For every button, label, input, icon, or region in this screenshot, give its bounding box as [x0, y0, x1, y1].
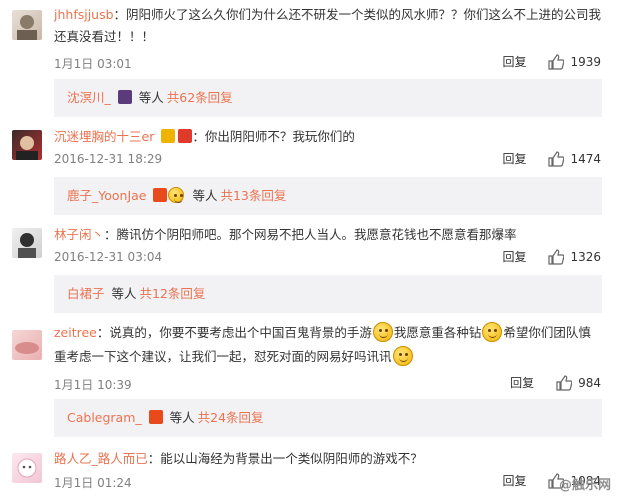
avatar[interactable] [12, 10, 42, 40]
reply-count-link[interactable]: 共62条回复 [167, 90, 233, 105]
comment-username[interactable]: 沉迷埋胸的十三er [54, 129, 154, 144]
comment-time: 1月1日 03:01 [54, 57, 132, 71]
reply-summary[interactable]: 白裙子 等人 共12条回复 [54, 275, 602, 313]
user-badge-icon [117, 90, 132, 104]
comment-text-continued: 还真没看过！！！ [54, 29, 155, 44]
reply-etc: 等人 [111, 286, 137, 301]
like-count: 1474 [570, 151, 601, 166]
comment-text: ：阴阳师火了这么久你们为什么还不研发一个类似的风水师？？你们这么不上进的公司我 [113, 7, 602, 22]
comment-text-part: 我愿意重各种钻 [393, 325, 482, 340]
like-count: 1326 [570, 249, 601, 264]
reply-username[interactable]: Cablegram_ [67, 410, 142, 425]
thumbs-up-icon[interactable] [548, 150, 565, 167]
emoji-smile-icon [482, 322, 503, 342]
reply-summary[interactable]: Cablegram_ 等人 共24条回复 [54, 399, 602, 437]
like-count: 1939 [570, 54, 601, 69]
comment-username[interactable]: 路人乙_路人而已 [54, 451, 148, 466]
emoji-smile-icon [372, 322, 393, 342]
like-count: 984 [578, 375, 601, 390]
comment-username[interactable]: 林子闲丶 [54, 227, 104, 242]
reply-count-link[interactable]: 共13条回复 [220, 188, 286, 203]
comment-text: ：能以山海经为背景出一个类似阴阳师的游戏不？ [147, 451, 423, 466]
reply-summary[interactable]: 鹿子_YoonJae 等人 共13条回复 [54, 177, 602, 215]
reply-username[interactable]: 鹿子_YoonJae [67, 188, 146, 203]
avatar-image-icon [16, 136, 38, 160]
reply-button[interactable]: 回复 [502, 53, 526, 70]
reply-summary[interactable]: 沈溟川_ 等人 共62条回复 [54, 79, 602, 117]
thumbs-up-icon[interactable] [556, 374, 573, 391]
reply-button[interactable]: 回复 [510, 374, 534, 391]
comment-text: ：腾讯仿个阴阳师吧。那个网易不把人当人。我愿意花钱也不愿意看那爆率 [104, 227, 517, 242]
comment-text-continued: 重考虑一下这个建议，让我们一起，怼死对面的网易好吗讯讯 [54, 349, 392, 364]
reply-count-link[interactable]: 共24条回复 [198, 410, 264, 425]
avatar-image-icon [18, 233, 36, 258]
reply-etc: 等人 [169, 410, 195, 425]
reply-etc: 等人 [138, 90, 164, 105]
reply-count-link[interactable]: 共12条回复 [140, 286, 206, 301]
star-badge-icon [148, 410, 163, 424]
emoji-smile-icon [392, 346, 413, 366]
comment-text: ：你出阴阳师不？我玩你们的 [192, 129, 355, 144]
avatar-image-icon [17, 15, 37, 40]
reply-button[interactable]: 回复 [502, 248, 526, 265]
avatar-image-icon [17, 458, 37, 478]
avatar[interactable] [12, 453, 42, 483]
reply-username[interactable]: 白裙子 [67, 286, 105, 301]
comment-time: 1月1日 01:24 [54, 476, 132, 490]
vip-badge-icon [161, 129, 176, 143]
comment-text-part: 希望你们团队慎 [503, 325, 591, 340]
comment-text: ：说真的，你要不要考虑出个中国百鬼背景的手游 [96, 325, 372, 340]
comment-time: 2016-12-31 03:04 [54, 250, 163, 264]
avatar[interactable] [12, 228, 42, 258]
comment-time: 1月1日 10:39 [54, 378, 132, 392]
comment-time: 2016-12-31 18:29 [54, 152, 163, 166]
thumbs-up-icon[interactable] [548, 248, 565, 265]
star-badge-icon [153, 188, 168, 202]
emoji-icon [168, 187, 185, 203]
reply-username[interactable]: 沈溟川_ [67, 90, 111, 105]
avatar-image-icon [15, 342, 39, 354]
avatar[interactable] [12, 330, 42, 360]
reply-etc: 等人 [192, 188, 218, 203]
reply-button[interactable]: 回复 [502, 472, 526, 489]
comment-username[interactable]: zeitree [54, 325, 97, 340]
avatar[interactable] [12, 130, 42, 160]
thumbs-up-icon[interactable] [548, 53, 565, 70]
comment-username[interactable]: jhhfsjjusb [54, 7, 114, 22]
reply-button[interactable]: 回复 [502, 150, 526, 167]
watermark: @触乐网 [558, 478, 611, 493]
red-envelope-icon [178, 129, 193, 143]
